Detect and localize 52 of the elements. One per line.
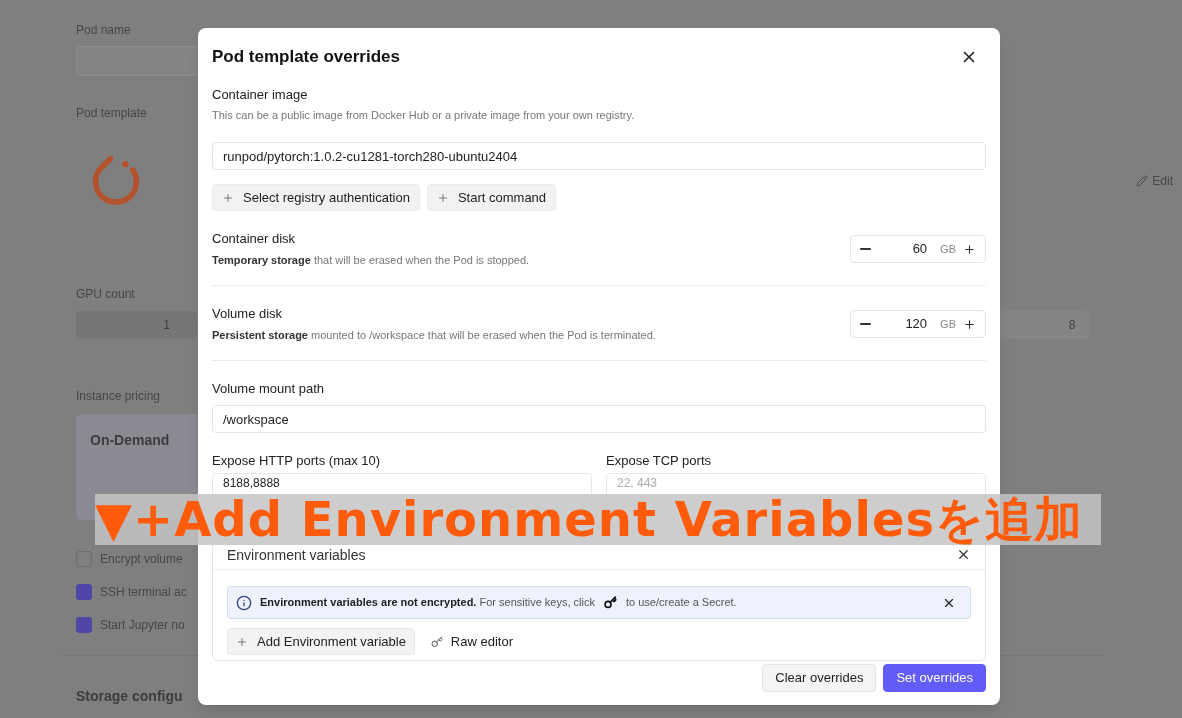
clear-overrides-button[interactable]: Clear overrides — [762, 664, 877, 692]
checkbox-label: SSH terminal ac — [100, 583, 187, 600]
minus-icon — [860, 248, 871, 250]
plus-icon — [963, 317, 976, 331]
field-label: Expose HTTP ports (max 10) — [212, 453, 381, 469]
field-label: Volume disk — [212, 306, 283, 322]
checkbox-label: Start Jupyter no — [100, 616, 185, 633]
notice-text: Environment variables are not encrypted. For sensitive keys, click — [260, 595, 595, 611]
key-icon — [604, 596, 617, 609]
key-icon — [430, 635, 443, 648]
set-overrides-button[interactable]: Set overrides — [883, 664, 986, 692]
close-icon — [956, 547, 971, 562]
notice-text: to use/create a Secret. — [626, 595, 737, 611]
raw-editor-button[interactable]: Raw editor — [424, 628, 519, 655]
panel-title: Environment variables — [227, 547, 366, 563]
field-hint: This can be a public image from Docker Hub or a private image from your own registry. — [212, 108, 635, 122]
unit-label: GB — [940, 316, 956, 332]
pencil-icon — [1136, 175, 1149, 187]
field-label: Pod template — [76, 105, 147, 121]
field-label: Container disk — [212, 231, 296, 247]
field-label: Volume mount path — [212, 381, 325, 397]
stepper-value[interactable]: 60 — [871, 239, 928, 259]
section-label: Instance pricing — [76, 388, 161, 404]
field-label: Container image — [212, 87, 308, 103]
checkbox-label: Encrypt volume — [100, 550, 183, 567]
add-option-button[interactable]: Start command — [426, 184, 557, 211]
field-label: Pod name — [76, 22, 131, 38]
field-description: Temporary storage that will be erased when the Pod is stopped. — [212, 253, 530, 267]
close-button[interactable] — [956, 547, 971, 562]
subtitle-caption: ▼+Add Environment Variablesを追加 — [95, 494, 1101, 545]
plan-title: On-Demand — [90, 432, 170, 448]
input-field[interactable]: runpod/pytorch:1.0.2-cu1281-torch280-ubuntu2404 — [212, 142, 986, 170]
checkbox[interactable] — [76, 616, 92, 633]
plus-icon — [963, 242, 976, 256]
info-icon — [236, 594, 252, 611]
minus-icon — [860, 323, 871, 325]
field-label: Expose TCP ports — [606, 453, 711, 469]
plus-icon — [436, 191, 449, 204]
plus-icon — [222, 191, 234, 204]
unit-label: GB — [940, 241, 956, 257]
checkbox[interactable] — [76, 583, 92, 600]
field-label: GPU count — [76, 286, 135, 302]
section-title: Storage configu — [76, 687, 183, 706]
add-option-button[interactable]: Select registry authentication — [212, 184, 420, 211]
input-field[interactable]: /workspace — [212, 405, 986, 433]
add-variable-button[interactable]: Add Environment variable — [227, 628, 415, 655]
increment-button[interactable] — [963, 317, 976, 331]
field-description: Persistent storage mounted to /workspace that will be erased when the Pod is terminated. — [212, 328, 656, 342]
stepper-value[interactable]: 120 — [871, 314, 928, 334]
plus-icon — [236, 635, 248, 648]
increment-button[interactable] — [963, 242, 976, 256]
dialog-title: Pod template overrides — [212, 46, 400, 69]
